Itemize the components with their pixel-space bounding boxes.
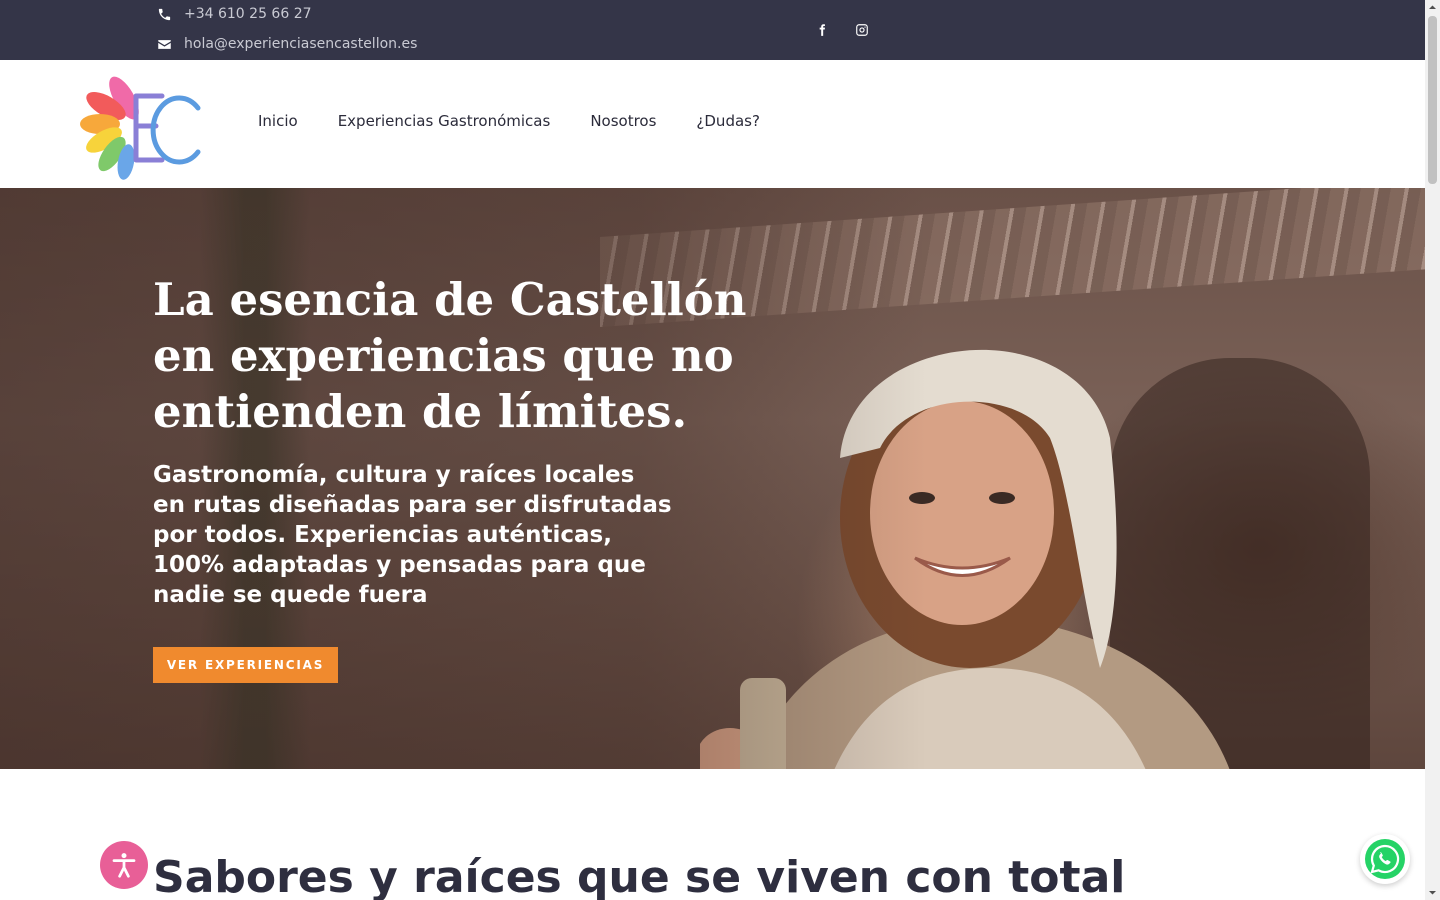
- nav-item-experiencias[interactable]: Experiencias Gastronómicas: [338, 112, 551, 130]
- envelope-icon: [158, 39, 171, 49]
- logo-graphic: [80, 76, 201, 180]
- accessibility-button[interactable]: [100, 841, 148, 889]
- scroll-up-arrow-icon[interactable]: [1425, 0, 1440, 15]
- hero-title: La esencia de Castellón en experiencias …: [153, 273, 747, 438]
- email-address: hola@experienciasencastellon.es: [184, 36, 418, 52]
- site-header: Inicio Experiencias Gastronómicas Nosotr…: [0, 60, 1425, 188]
- instagram-link[interactable]: [852, 20, 872, 40]
- page-scrollbar[interactable]: [1425, 0, 1440, 900]
- main-nav: Inicio Experiencias Gastronómicas Nosotr…: [258, 112, 760, 130]
- ver-experiencias-button[interactable]: VER EXPERIENCIAS: [153, 647, 338, 683]
- section-title: Sabores y raíces que se viven con total: [153, 852, 1126, 900]
- nav-item-nosotros[interactable]: Nosotros: [590, 112, 656, 130]
- facebook-icon: [819, 24, 825, 36]
- instagram-icon: [856, 24, 868, 36]
- contact-phone[interactable]: +34 610 25 66 27: [157, 4, 312, 24]
- top-bar: +34 610 25 66 27 hola@experienciasencast…: [0, 0, 1425, 60]
- facebook-link[interactable]: [812, 20, 832, 40]
- nav-item-dudas[interactable]: ¿Dudas?: [696, 112, 760, 130]
- phone-icon: [158, 8, 171, 20]
- accessibility-icon: [112, 853, 136, 878]
- scroll-thumb[interactable]: [1428, 16, 1437, 184]
- nav-item-inicio[interactable]: Inicio: [258, 112, 298, 130]
- scroll-down-arrow-icon[interactable]: [1425, 885, 1440, 900]
- hero-subtitle: Gastronomía, cultura y raíces locales en…: [153, 462, 672, 608]
- phone-number: +34 610 25 66 27: [184, 6, 312, 22]
- hero-section: La esencia de Castellón en experiencias …: [0, 188, 1425, 769]
- contact-email[interactable]: hola@experienciasencastellon.es: [157, 34, 417, 54]
- whatsapp-icon: [1365, 839, 1405, 879]
- site-logo[interactable]: [76, 68, 206, 180]
- whatsapp-button[interactable]: [1360, 834, 1410, 884]
